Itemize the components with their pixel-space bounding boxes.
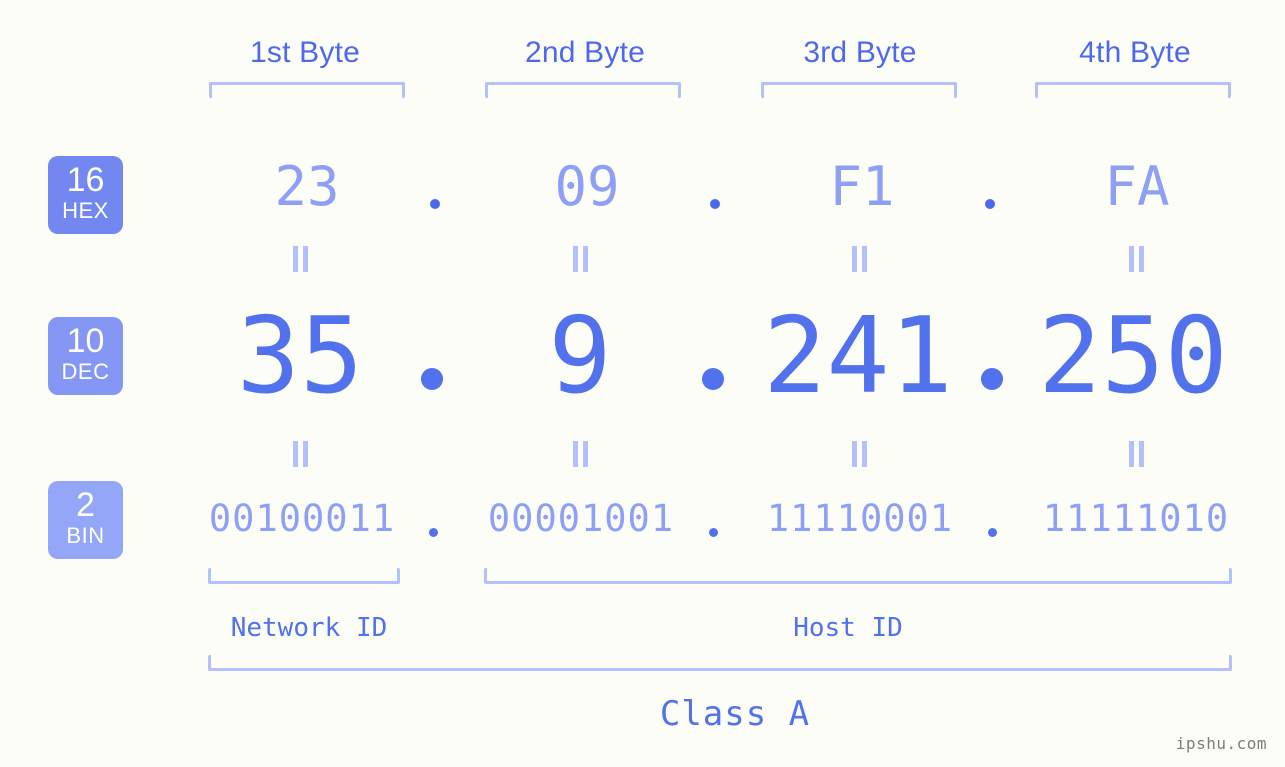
byte-bracket-3 xyxy=(761,82,957,98)
dec-byte-1: 35 xyxy=(236,295,364,417)
base-badge-dec-number: 10 xyxy=(66,322,105,360)
byte-header-4: 4th Byte xyxy=(1079,36,1191,69)
base-badge-dec: 10 DEC xyxy=(48,317,123,395)
watermark: ipshu.com xyxy=(1175,734,1267,753)
bin-byte-2: 00001001 xyxy=(487,497,675,540)
ip-address-breakdown-diagram: 1st Byte 2nd Byte 3rd Byte 4th Byte 16 H… xyxy=(0,0,1285,767)
byte-header-1: 1st Byte xyxy=(250,36,360,69)
network-id-label: Network ID xyxy=(230,613,388,643)
equals-mark-hex-dec-2 xyxy=(572,246,590,272)
byte-bracket-2 xyxy=(485,82,681,98)
base-badge-bin-number: 2 xyxy=(76,486,95,524)
base-badge-hex-name: HEX xyxy=(62,198,109,223)
network-id-bracket xyxy=(208,568,400,584)
equals-mark-dec-bin-1 xyxy=(292,441,310,467)
hex-byte-3: F1 xyxy=(829,155,895,218)
bin-separator-3 xyxy=(988,528,997,537)
dec-separator-3 xyxy=(981,368,1003,390)
host-id-bracket xyxy=(484,568,1232,584)
equals-mark-hex-dec-3 xyxy=(851,246,869,272)
base-badge-bin: 2 BIN xyxy=(48,481,123,559)
equals-mark-dec-bin-4 xyxy=(1128,441,1146,467)
bin-separator-1 xyxy=(429,528,438,537)
base-badge-hex-number: 16 xyxy=(66,161,105,199)
base-badge-bin-name: BIN xyxy=(66,523,105,548)
dec-byte-4: 250 xyxy=(1038,295,1228,417)
hex-byte-4: FA xyxy=(1104,155,1170,218)
dec-byte-2: 9 xyxy=(548,295,612,417)
hex-separator-3 xyxy=(985,199,995,209)
byte-bracket-4 xyxy=(1035,82,1231,98)
dec-byte-3: 241 xyxy=(763,295,953,417)
hex-separator-1 xyxy=(430,199,440,209)
byte-bracket-1 xyxy=(209,82,405,98)
equals-mark-hex-dec-4 xyxy=(1128,246,1146,272)
dec-separator-1 xyxy=(421,368,443,390)
hex-separator-2 xyxy=(710,199,720,209)
hex-byte-1: 23 xyxy=(274,155,340,218)
equals-mark-hex-dec-1 xyxy=(292,246,310,272)
hex-byte-2: 09 xyxy=(554,155,620,218)
class-label: Class A xyxy=(659,694,811,734)
base-badge-dec-name: DEC xyxy=(61,359,110,384)
byte-header-2: 2nd Byte xyxy=(524,36,646,69)
class-bracket xyxy=(208,655,1232,671)
host-id-label: Host ID xyxy=(793,613,903,643)
equals-mark-dec-bin-2 xyxy=(572,441,590,467)
base-badge-hex: 16 HEX xyxy=(48,156,123,234)
bin-byte-4: 11111010 xyxy=(1042,497,1230,540)
bin-separator-2 xyxy=(709,528,718,537)
dec-separator-2 xyxy=(702,368,724,390)
equals-mark-dec-bin-3 xyxy=(851,441,869,467)
byte-header-3: 3rd Byte xyxy=(803,36,917,69)
bin-byte-3: 11110001 xyxy=(766,497,954,540)
bin-byte-1: 00100011 xyxy=(208,497,396,540)
